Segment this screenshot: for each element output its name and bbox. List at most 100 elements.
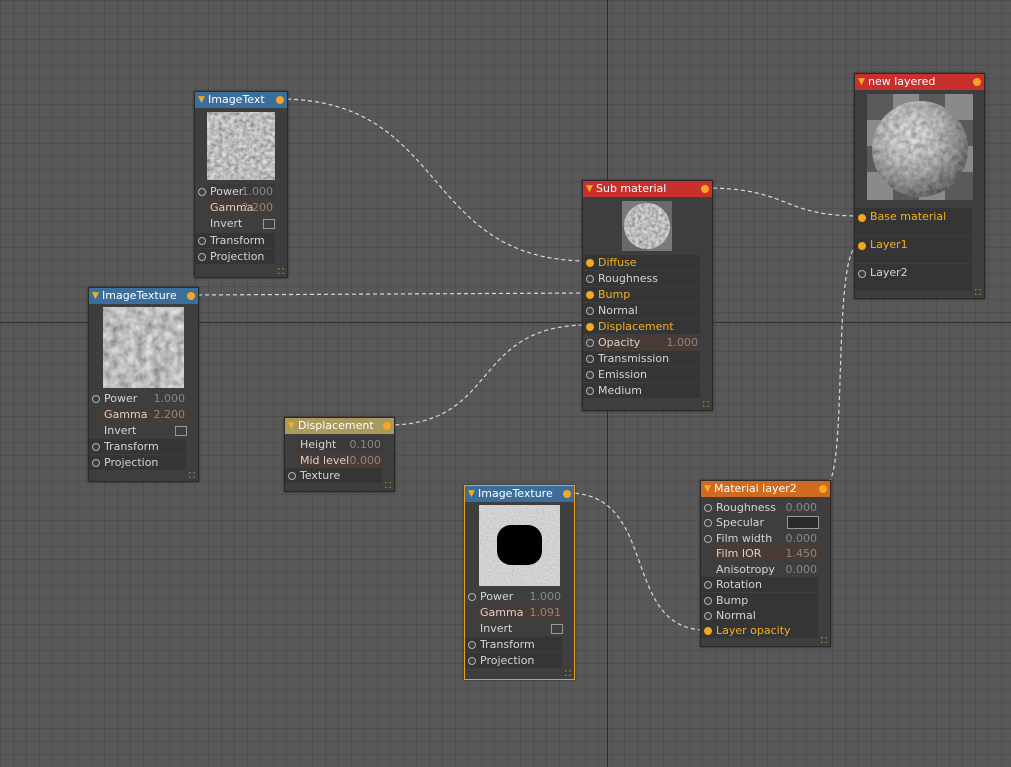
input-socket[interactable]	[198, 253, 206, 261]
input-socket[interactable]	[858, 242, 866, 250]
resize-grip-icon[interactable]: ⛶	[821, 637, 828, 645]
resize-grip-icon[interactable]: ⛶	[565, 670, 572, 678]
power-label: Power	[480, 590, 514, 603]
input-socket[interactable]	[586, 371, 594, 379]
anisotropy-value[interactable]: 0.000	[771, 562, 818, 577]
input-socket[interactable]	[586, 355, 594, 363]
specular-color-swatch[interactable]	[787, 516, 819, 529]
node-materiallayer2[interactable]: ▼ Material layer2 Roughness 0.000 Specul…	[700, 480, 831, 647]
node-imagetext[interactable]: ▼ ImageText Power 1.000 Gamma 2.200 Inve…	[194, 91, 288, 278]
invert-checkbox[interactable]	[175, 426, 187, 436]
gamma-value[interactable]: 2.200	[235, 200, 274, 215]
input-socket[interactable]	[198, 188, 206, 196]
input-socket[interactable]	[704, 535, 712, 543]
node-header[interactable]: ▼ Displacement	[285, 418, 394, 434]
input-socket[interactable]	[92, 459, 100, 467]
node-header[interactable]: ▼ ImageTexture	[465, 486, 574, 502]
invert-label: Invert	[480, 622, 513, 635]
input-socket[interactable]	[468, 593, 476, 601]
filmior-label: Film IOR	[716, 547, 762, 560]
emission-label: Emission	[598, 368, 647, 381]
displacement-label: Displacement	[598, 320, 674, 333]
layeropacity-label: Layer opacity	[716, 624, 791, 637]
anisotropy-label: Anisotropy	[716, 563, 775, 576]
input-socket[interactable]	[288, 472, 296, 480]
power-value[interactable]: 1.000	[235, 184, 274, 199]
input-socket[interactable]	[468, 641, 476, 649]
normal-label: Normal	[598, 304, 638, 317]
triangle-down-icon[interactable]: ▼	[92, 288, 99, 304]
invert-checkbox[interactable]	[551, 624, 563, 634]
bump-label: Bump	[598, 288, 631, 301]
specular-label: Specular	[716, 516, 765, 529]
node-title: new layered	[868, 75, 936, 88]
input-socket[interactable]	[704, 597, 712, 605]
gamma-value[interactable]: 2.200	[139, 407, 186, 422]
output-socket-icon[interactable]	[187, 292, 195, 300]
input-socket[interactable]	[586, 291, 594, 299]
triangle-down-icon[interactable]: ▼	[288, 418, 295, 434]
invert-label: Invert	[104, 424, 137, 437]
node-newlayered[interactable]: ▼ new layered Base material Layer1 Layer…	[854, 73, 985, 299]
input-socket[interactable]	[858, 270, 866, 278]
gamma-value[interactable]: 1.091	[515, 605, 562, 620]
input-socket[interactable]	[586, 387, 594, 395]
input-socket[interactable]	[704, 504, 712, 512]
resize-grip-icon[interactable]: ⛶	[278, 268, 285, 276]
input-socket[interactable]	[704, 519, 712, 527]
layer2-label: Layer2	[870, 266, 908, 279]
input-socket[interactable]	[858, 214, 866, 222]
input-socket[interactable]	[586, 275, 594, 283]
node-header[interactable]: ▼ Sub material	[583, 181, 712, 197]
node-header[interactable]: ▼ ImageText	[195, 92, 287, 108]
triangle-down-icon[interactable]: ▼	[858, 74, 865, 90]
triangle-down-icon[interactable]: ▼	[468, 486, 475, 502]
filmwidth-value[interactable]: 0.000	[771, 531, 818, 546]
diffuse-label: Diffuse	[598, 256, 637, 269]
input-socket[interactable]	[586, 323, 594, 331]
opacity-value[interactable]: 1.000	[643, 335, 699, 350]
output-socket-icon[interactable]	[563, 490, 571, 498]
power-value[interactable]: 1.000	[515, 589, 562, 604]
projection-label: Projection	[104, 456, 159, 469]
input-socket[interactable]	[704, 627, 712, 635]
node-imagetexture[interactable]: ▼ ImageTexture Power 1.000 Gamma 2.200 I…	[88, 287, 199, 482]
input-socket[interactable]	[198, 237, 206, 245]
power-label: Power	[104, 392, 138, 405]
node-header[interactable]: ▼ Material layer2	[701, 481, 830, 497]
node-displacement[interactable]: ▼ Displacement Height 0.100 Mid level 0.…	[284, 417, 395, 492]
transmission-label: Transmission	[598, 352, 670, 365]
midlevel-value[interactable]: 0.000	[335, 453, 382, 468]
output-socket-icon[interactable]	[383, 422, 391, 430]
node-imagetexture-selected[interactable]: ▼ ImageTexture Power 1.000 Gamma 1.091 I…	[464, 485, 575, 680]
input-socket[interactable]	[704, 581, 712, 589]
input-socket[interactable]	[704, 612, 712, 620]
output-socket-icon[interactable]	[276, 96, 284, 104]
triangle-down-icon[interactable]: ▼	[704, 481, 711, 497]
input-socket[interactable]	[92, 443, 100, 451]
output-socket-icon[interactable]	[701, 185, 709, 193]
wire-submaterial-basematerial	[705, 187, 861, 217]
output-socket-icon[interactable]	[819, 485, 827, 493]
output-socket-icon[interactable]	[973, 78, 981, 86]
node-header[interactable]: ▼ new layered	[855, 74, 984, 90]
input-socket[interactable]	[586, 307, 594, 315]
input-socket[interactable]	[468, 657, 476, 665]
triangle-down-icon[interactable]: ▼	[198, 92, 205, 108]
input-socket[interactable]	[92, 395, 100, 403]
roughness-value[interactable]: 0.000	[771, 500, 818, 515]
resize-grip-icon[interactable]: ⛶	[703, 401, 710, 409]
power-value[interactable]: 1.000	[139, 391, 186, 406]
input-socket[interactable]	[586, 339, 594, 347]
node-header[interactable]: ▼ ImageTexture	[89, 288, 198, 304]
filmior-value[interactable]: 1.450	[771, 546, 818, 561]
resize-grip-icon[interactable]: ⛶	[189, 472, 196, 480]
height-value[interactable]: 0.100	[335, 437, 382, 452]
resize-grip-icon[interactable]: ⛶	[975, 289, 982, 297]
triangle-down-icon[interactable]: ▼	[586, 181, 593, 197]
wire-imagetext-diffuse	[279, 98, 589, 262]
resize-grip-icon[interactable]: ⛶	[385, 482, 392, 490]
invert-checkbox[interactable]	[263, 219, 275, 229]
input-socket[interactable]	[586, 259, 594, 267]
node-submaterial[interactable]: ▼ Sub material Diffuse Roughness Bump No…	[582, 180, 713, 411]
